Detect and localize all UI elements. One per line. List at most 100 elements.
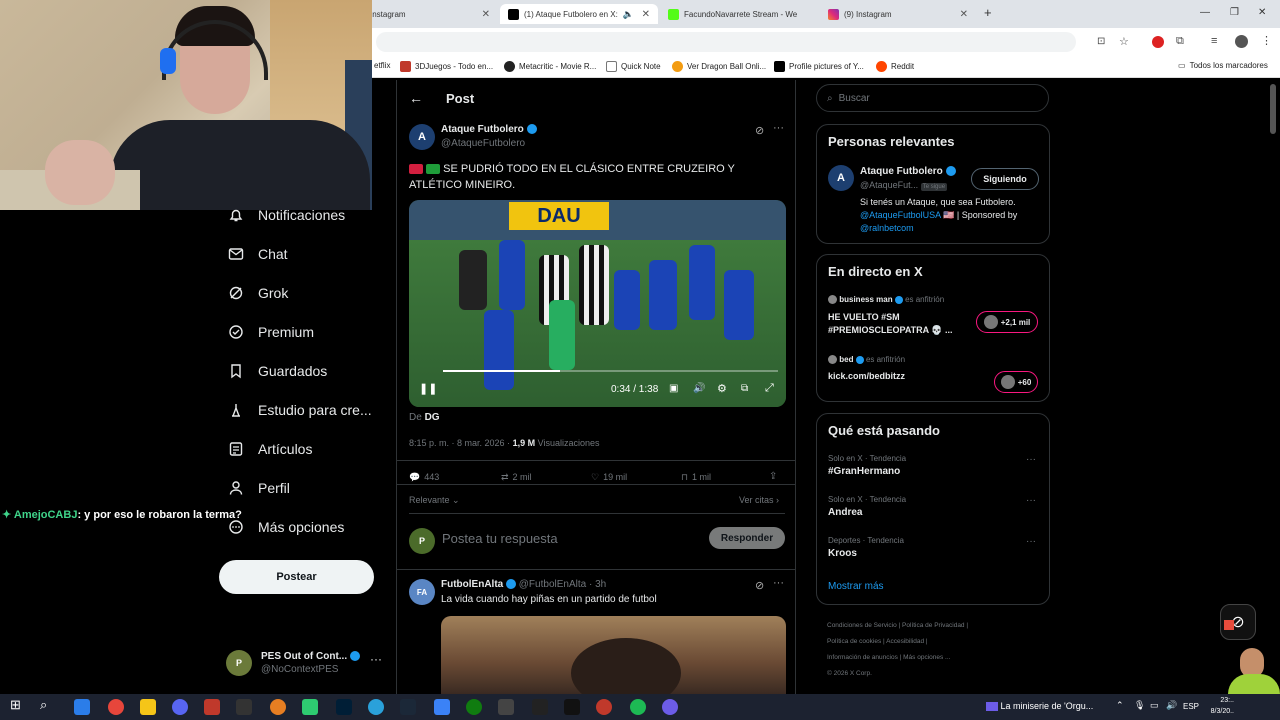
video-progress-track[interactable] <box>443 370 778 372</box>
sidebar-item-estudio[interactable]: Estudio para cre... <box>228 402 372 418</box>
live-title[interactable]: HE VUELTO #SM #PREMIOSCLEOPATRA 💀 ... <box>828 311 968 337</box>
media-control-icon[interactable]: ≡ <box>1211 35 1217 47</box>
chevron-up-icon[interactable]: ⌃ <box>1116 700 1124 711</box>
avatar[interactable]: A <box>409 124 435 150</box>
telegram-icon[interactable] <box>368 699 384 715</box>
sidebar-item-premium[interactable]: Premium <box>228 324 314 340</box>
discord-icon[interactable] <box>172 699 188 715</box>
bookmark-item[interactable]: Ver Dragon Ball Onli... <box>672 61 766 72</box>
close-icon[interactable]: ✕ <box>482 9 490 20</box>
puzzle-icon[interactable]: ⧉ <box>1176 35 1184 48</box>
live-listeners-badge[interactable]: +60 <box>994 371 1038 393</box>
bookmark-item[interactable]: Profile pictures of Y... <box>774 61 864 72</box>
address-input[interactable] <box>376 32 1076 52</box>
close-window-icon[interactable]: ✕ <box>1258 7 1266 18</box>
copilot-icon[interactable] <box>74 699 90 715</box>
bio-link[interactable]: @ralnbetcom <box>860 223 914 233</box>
view-quotes-link[interactable]: Ver citas › <box>739 495 779 505</box>
tiktok-icon[interactable] <box>564 699 580 715</box>
show-more-link[interactable]: Mostrar más <box>828 581 884 592</box>
live-host[interactable]: business man es anfitrión <box>828 295 944 305</box>
pip-icon[interactable]: ⧉ <box>741 383 748 394</box>
sidebar-item-grok[interactable]: Grok <box>228 285 288 301</box>
footer-link[interactable]: Condiciones de Servicio <box>827 622 897 629</box>
bookmark-item[interactable]: 3DJuegos - Todo en... <box>400 61 493 72</box>
app-icon[interactable] <box>270 699 286 715</box>
post-timestamp[interactable]: 8:15 p. m. · 8 mar. 2026 · <box>409 438 510 448</box>
settings-icon[interactable]: ⚙ <box>717 382 727 395</box>
pause-icon[interactable]: ❚❚ <box>419 382 437 395</box>
ellipsis-icon[interactable]: ··· <box>1026 495 1036 506</box>
reply-action[interactable]: 💬 443 <box>409 472 439 483</box>
ellipsis-icon[interactable]: ··· <box>1026 454 1036 465</box>
app-icon[interactable] <box>596 699 612 715</box>
post-button[interactable]: Postear <box>219 560 374 594</box>
footer-link[interactable]: Accesibilidad <box>886 638 924 645</box>
star-icon[interactable]: ☆ <box>1119 35 1129 48</box>
bookmark-item[interactable]: Quick Note <box>606 61 661 72</box>
sidebar-item-guardados[interactable]: Guardados <box>228 363 327 379</box>
trend-item[interactable]: Solo en X · Tendencia Andrea ··· <box>817 493 1049 529</box>
tab-instagram-2[interactable]: (9) Instagram ✕ <box>820 4 976 24</box>
install-icon[interactable]: ⊡ <box>1097 36 1105 47</box>
app-icon[interactable] <box>662 699 678 715</box>
fullscreen-icon[interactable]: ⤢ <box>765 382 774 395</box>
search-input[interactable]: ⌕ Buscar <box>816 84 1049 112</box>
scrollbar-thumb[interactable] <box>1270 84 1276 134</box>
live-title[interactable]: kick.com/bedbitzz <box>828 371 905 381</box>
photoshop-icon[interactable] <box>336 699 352 715</box>
video-player[interactable]: DAU ❚❚ 0:34 / 1:38 ▣ 🔊 ⚙ ⧉ ⤢ <box>409 200 786 407</box>
restore-icon[interactable]: ❐ <box>1230 7 1239 18</box>
sidebar-item-chat[interactable]: Chat <box>228 246 288 262</box>
share-icon[interactable]: ⇪ <box>769 471 777 482</box>
bookmark-item[interactable]: etflix <box>374 61 390 70</box>
speaker-icon[interactable]: 🔈 <box>623 9 634 20</box>
close-icon[interactable]: ✕ <box>960 9 968 20</box>
spotify-icon[interactable] <box>630 699 646 715</box>
volume-icon[interactable]: 🔊 <box>1166 700 1177 711</box>
avatar[interactable]: A <box>828 165 854 191</box>
bookmark-action[interactable]: ⊓ 1 mil <box>681 472 711 483</box>
search-icon[interactable]: ⌕ <box>40 697 56 713</box>
xbox-icon[interactable] <box>466 699 482 715</box>
sidebar-item-mas-opciones[interactable]: Más opciones <box>228 519 344 535</box>
minimize-icon[interactable]: — <box>1200 7 1210 18</box>
sidebar-item-notificaciones[interactable]: Notificaciones <box>228 207 345 223</box>
footer-link[interactable]: Política de cookies <box>827 638 881 645</box>
all-bookmarks[interactable]: ▭ Todos los marcadores <box>1178 61 1268 70</box>
like-action[interactable]: ♡ 19 mil <box>591 472 627 483</box>
new-tab-button[interactable]: + <box>984 5 992 20</box>
source-link[interactable]: DG <box>425 412 440 423</box>
capcut-icon[interactable] <box>532 699 548 715</box>
following-button[interactable]: Siguiendo <box>971 168 1039 190</box>
post-handle[interactable]: @AtaqueFutbolero <box>441 138 525 149</box>
volume-icon[interactable]: 🔊 <box>693 383 705 394</box>
app-icon[interactable] <box>204 699 220 715</box>
bookmark-item[interactable]: Reddit <box>876 61 914 72</box>
language-indicator[interactable]: ESP <box>1183 702 1199 711</box>
clock[interactable]: 23:.. 8/3/20.. <box>1206 695 1234 717</box>
trend-item[interactable]: Solo en X · Tendencia #GranHermano ··· <box>817 452 1049 488</box>
tab-instagram[interactable]: Instagram ✕ <box>362 4 498 24</box>
trend-item[interactable]: Deportes · Tendencia Kroos ··· <box>817 534 1049 570</box>
post-author[interactable]: FutbolEnAlta <box>441 579 503 590</box>
back-arrow-icon[interactable]: ← <box>409 90 423 106</box>
ellipsis-icon[interactable]: ··· <box>1026 536 1036 547</box>
ellipsis-icon[interactable]: ··· <box>773 122 784 134</box>
close-icon[interactable]: ✕ <box>642 9 650 20</box>
tab-ataque-futbolero[interactable]: (1) Ataque Futbolero en X: 🔈 ✕ <box>500 4 658 24</box>
footer-link[interactable]: Información de anuncios <box>827 654 898 661</box>
epic-games-icon[interactable] <box>236 699 252 715</box>
media-widget[interactable]: La miniserie de 'Orgu... <box>986 701 1093 712</box>
tab-kick-stream[interactable]: FacundoNavarrete Stream - We <box>660 4 818 24</box>
bio-link[interactable]: @AtaqueFutbolUSA <box>860 210 941 220</box>
repost-action[interactable]: ⇄ 2 mil <box>501 472 532 483</box>
ellipsis-icon[interactable]: ··· <box>370 652 382 666</box>
avatar[interactable] <box>1235 35 1248 48</box>
network-icon[interactable]: ▭ <box>1150 700 1159 711</box>
live-host[interactable]: bed es anfitrión <box>828 355 905 365</box>
sidebar-item-articulos[interactable]: Artículos <box>228 441 312 457</box>
post-handle[interactable]: @FutbolEnAlta · 3h <box>519 579 606 590</box>
reply-input[interactable]: Postea tu respuesta <box>442 531 558 546</box>
app-icon[interactable] <box>498 699 514 715</box>
